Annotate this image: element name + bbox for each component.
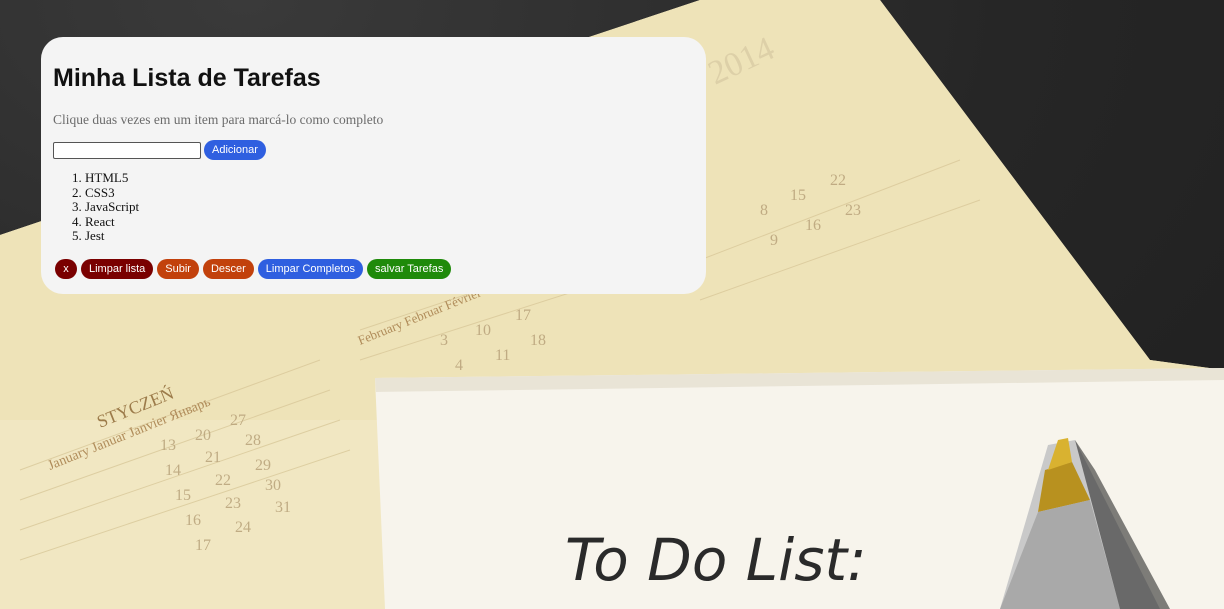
svg-text:23: 23	[225, 495, 241, 512]
svg-text:17: 17	[195, 537, 211, 554]
svg-text:28: 28	[245, 432, 261, 449]
add-task-button[interactable]: Adicionar	[204, 140, 266, 160]
svg-text:16: 16	[185, 512, 201, 529]
svg-text:22: 22	[830, 172, 846, 189]
svg-text:3: 3	[440, 332, 448, 349]
task-item-html5[interactable]: HTML5	[85, 170, 139, 186]
task-list: HTML5 CSS3 JavaScript React Jest	[53, 170, 139, 244]
svg-text:20: 20	[195, 427, 211, 444]
svg-text:22: 22	[215, 472, 231, 489]
note-handwriting: To Do List:	[565, 526, 867, 594]
svg-text:24: 24	[235, 519, 251, 536]
task-item-react[interactable]: React	[85, 214, 139, 230]
add-task-form: Adicionar	[53, 140, 266, 160]
clear-list-button[interactable]: Limpar lista	[81, 259, 154, 279]
task-item-css3[interactable]: CSS3	[85, 185, 139, 201]
instructions-text: Clique duas vezes em um item para marcá-…	[53, 112, 384, 127]
svg-text:11: 11	[495, 347, 510, 364]
svg-text:13: 13	[160, 437, 176, 454]
action-buttons: x Limpar lista Subir Descer Limpar Compl…	[55, 259, 452, 279]
move-down-button[interactable]: Descer	[202, 259, 254, 279]
svg-text:14: 14	[165, 462, 181, 479]
svg-text:29: 29	[255, 457, 271, 474]
remove-selected-button[interactable]: x	[55, 259, 77, 279]
clear-completed-button[interactable]: Limpar Completos	[257, 259, 364, 279]
svg-text:16: 16	[805, 217, 821, 234]
task-item-jest[interactable]: Jest	[85, 228, 139, 244]
svg-text:23: 23	[845, 202, 861, 219]
save-tasks-button[interactable]: salvar Tarefas	[367, 259, 452, 279]
page-title: Minha Lista de Tarefas	[53, 64, 321, 92]
svg-text:9: 9	[770, 232, 778, 249]
move-up-button[interactable]: Subir	[157, 259, 199, 279]
svg-text:8: 8	[760, 202, 768, 219]
task-item-javascript[interactable]: JavaScript	[85, 199, 139, 215]
todo-card: Minha Lista de Tarefas Clique duas vezes…	[41, 37, 706, 294]
svg-text:15: 15	[790, 187, 806, 204]
svg-text:18: 18	[530, 332, 546, 349]
svg-text:27: 27	[230, 412, 246, 429]
task-input[interactable]	[53, 141, 201, 159]
svg-text:17: 17	[515, 307, 531, 324]
svg-text:4: 4	[455, 357, 463, 374]
svg-text:30: 30	[265, 477, 281, 494]
svg-text:15: 15	[175, 487, 191, 504]
svg-text:21: 21	[205, 449, 221, 466]
svg-text:31: 31	[275, 499, 291, 516]
svg-text:10: 10	[475, 322, 491, 339]
